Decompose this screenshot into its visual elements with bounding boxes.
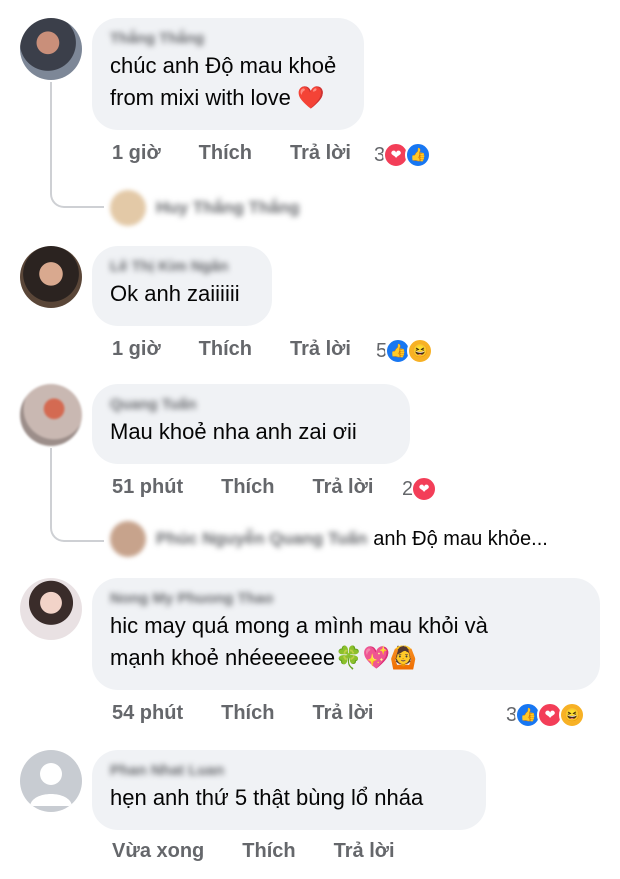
comment-actions: 51 phút Thích Trả lời xyxy=(112,476,411,499)
avatar[interactable] xyxy=(20,578,82,640)
comment-text-line: from mixi with love ❤️ xyxy=(110,85,325,110)
comment-author[interactable]: Nong My Phuong Thao xyxy=(110,588,582,610)
comment-author[interactable]: Quang Tuấn xyxy=(110,394,392,416)
comment-actions: Vừa xong Thích Trả lời xyxy=(112,840,433,863)
comment-actions: 1 giờ Thích Trả lời xyxy=(112,142,389,165)
comment-time[interactable]: 54 phút xyxy=(112,702,183,725)
comment-text-line: hẹn anh thứ 5 thật bùng lổ nháa xyxy=(110,785,424,810)
view-reply-row[interactable]: Huy Thắng Thắng xyxy=(110,190,300,226)
comment-actions: 1 giờ Thích Trả lời xyxy=(112,338,389,361)
comment-text-line: hic may quá mong a mình mau khỏi và xyxy=(110,613,488,638)
like-link[interactable]: Thích xyxy=(199,338,252,361)
reply-link[interactable]: Trả lời xyxy=(290,142,351,165)
reaction-summary[interactable]: 2 ❤ xyxy=(402,476,438,502)
comment-time[interactable]: 1 giờ xyxy=(112,338,161,361)
avatar xyxy=(110,190,146,226)
like-link[interactable]: Thích xyxy=(199,142,252,165)
comment-author[interactable]: Phan Nhat Luan xyxy=(110,760,468,782)
default-avatar-icon xyxy=(30,763,72,806)
comment-actions: 54 phút Thích Trả lời xyxy=(112,702,411,725)
like-link[interactable]: Thích xyxy=(221,476,274,499)
like-reaction-icon: 👍 xyxy=(405,142,432,168)
avatar xyxy=(110,521,146,557)
comment-bubble: Nong My Phuong Thao hic may quá mong a m… xyxy=(92,578,600,690)
reaction-summary[interactable]: 5 👍 😆 xyxy=(376,338,434,364)
reply-link[interactable]: Trả lời xyxy=(334,840,395,863)
comment-time[interactable]: 1 giờ xyxy=(112,142,161,165)
reply-preview-text: anh Độ mau khỏe... xyxy=(373,527,548,550)
comment-bubble: Phan Nhat Luan hẹn anh thứ 5 thật bùng l… xyxy=(92,750,486,830)
comment-author[interactable]: Thắng Thắng xyxy=(110,28,346,50)
view-reply-row[interactable]: Phúc Nguyễn Quang Tuấn anh Độ mau khỏe..… xyxy=(110,521,548,557)
comment-text-line: mạnh khoẻ nhéeeeeee🍀💖🙆 xyxy=(110,645,418,670)
like-link[interactable]: Thích xyxy=(221,702,274,725)
avatar[interactable] xyxy=(20,750,82,812)
comment-time[interactable]: 51 phút xyxy=(112,476,183,499)
thread-connector xyxy=(50,448,104,542)
love-reaction-icon: ❤ xyxy=(411,476,438,502)
reaction-summary[interactable]: 3 ❤ 👍 xyxy=(374,142,432,168)
like-link[interactable]: Thích xyxy=(242,840,295,863)
avatar[interactable] xyxy=(20,384,82,446)
comment-bubble: Thắng Thắng chúc anh Độ mau khoẻ from mi… xyxy=(92,18,364,130)
reply-link[interactable]: Trả lời xyxy=(312,702,373,725)
comment-text-line: chúc anh Độ mau khoẻ xyxy=(110,53,337,78)
comment-text-line: Mau khoẻ nha anh zai ơii xyxy=(110,419,357,444)
haha-reaction-icon: 😆 xyxy=(559,702,586,728)
avatar[interactable] xyxy=(20,18,82,80)
thread-connector xyxy=(50,82,104,208)
reply-link[interactable]: Trả lời xyxy=(290,338,351,361)
reaction-summary[interactable]: 3 👍 ❤ 😆 xyxy=(506,702,586,728)
reply-author[interactable]: Huy Thắng Thắng xyxy=(156,198,300,218)
comment-author[interactable]: Lê Thị Kim Ngân xyxy=(110,256,254,278)
avatar[interactable] xyxy=(20,246,82,308)
comment-time[interactable]: Vừa xong xyxy=(112,840,204,863)
reply-link[interactable]: Trả lời xyxy=(312,476,373,499)
comment-bubble: Lê Thị Kim Ngân Ok anh zaiiiiii xyxy=(92,246,272,326)
comment-text-line: Ok anh zaiiiiii xyxy=(110,281,240,306)
comment-bubble: Quang Tuấn Mau khoẻ nha anh zai ơii xyxy=(92,384,410,464)
haha-reaction-icon: 😆 xyxy=(407,338,434,364)
reply-author[interactable]: Phúc Nguyễn Quang Tuấn xyxy=(156,529,367,549)
